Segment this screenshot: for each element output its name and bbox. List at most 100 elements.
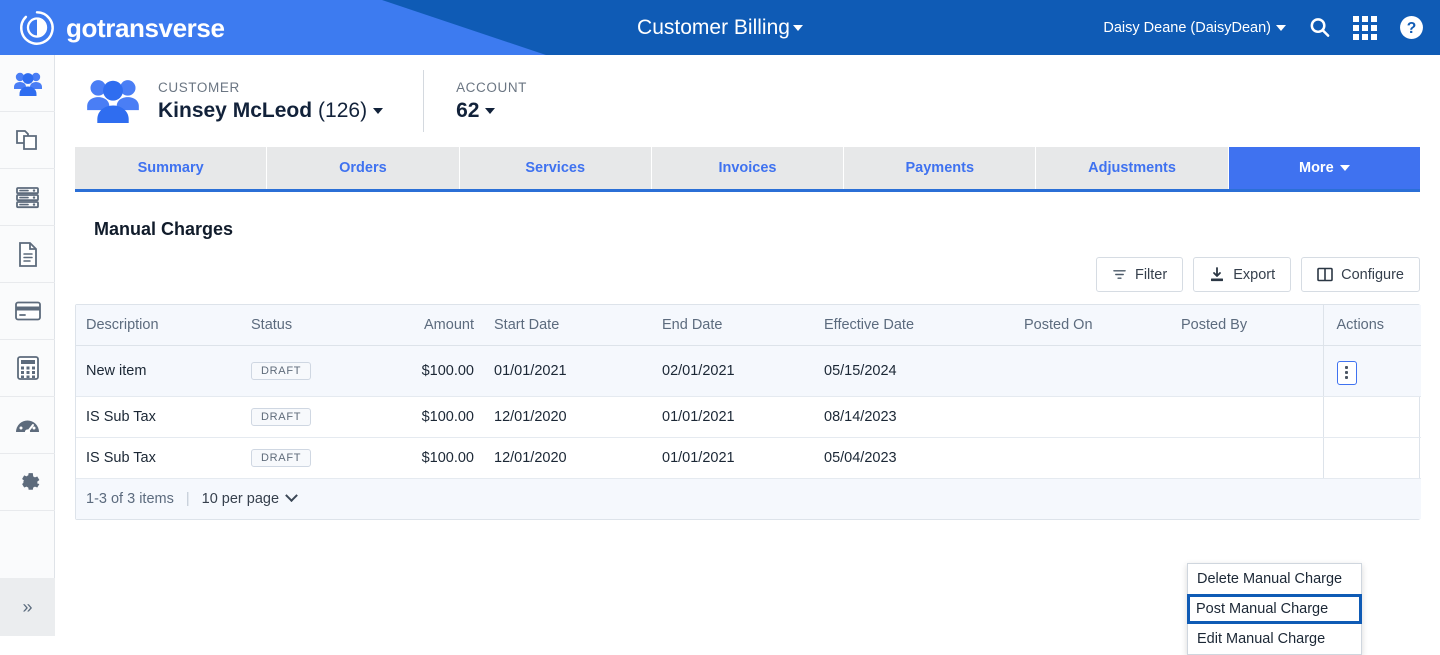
cell-posted-on [1014, 396, 1171, 438]
col-description[interactable]: Description [76, 305, 241, 346]
sidebar-item-products[interactable] [0, 112, 55, 169]
cell-actions [1322, 396, 1421, 438]
tab-adjustments[interactable]: Adjustments [1036, 147, 1229, 189]
per-page-label: 10 per page [201, 490, 280, 507]
tab-more[interactable]: More [1228, 147, 1420, 189]
export-label: Export [1233, 266, 1276, 283]
col-status[interactable]: Status [241, 305, 384, 346]
search-icon[interactable] [1308, 16, 1331, 39]
chevron-down-icon [792, 24, 803, 31]
table-row[interactable]: IS Sub Tax DRAFT $100.00 12/01/2020 01/0… [76, 396, 1421, 438]
manual-charges-panel: Manual Charges Filter Export Configure D… [55, 219, 1440, 655]
credit-card-icon [14, 301, 41, 321]
col-posted-on[interactable]: Posted On [1014, 305, 1171, 346]
columns-configure-icon [1317, 267, 1333, 282]
main-content: CUSTOMER Kinsey McLeod (126) ACCOUNT 62 … [55, 55, 1440, 655]
sidebar-item-invoices[interactable] [0, 226, 55, 283]
cell-status: DRAFT [241, 396, 384, 438]
table-footer-row: 1-3 of 3 items | 10 per page [76, 477, 1421, 519]
tab-orders[interactable]: Orders [267, 147, 460, 189]
tab-label: Adjustments [1088, 160, 1176, 176]
avatar [85, 75, 141, 128]
user-menu[interactable]: Daisy Deane (DaisyDean) [1103, 20, 1286, 36]
menu-item-edit-manual-charge[interactable]: Edit Manual Charge [1188, 624, 1361, 654]
tab-label: Services [525, 160, 586, 176]
tab-bar: Summary Orders Services Invoices Payment… [75, 147, 1420, 192]
table-row[interactable]: IS Sub Tax DRAFT $100.00 12/01/2020 01/0… [76, 437, 1421, 479]
cell-description: IS Sub Tax [76, 396, 241, 438]
col-end-date[interactable]: End Date [652, 305, 814, 346]
cell-start-date: 12/01/2020 [484, 437, 652, 479]
menu-item-delete-manual-charge[interactable]: Delete Manual Charge [1188, 564, 1361, 594]
filter-icon [1113, 270, 1126, 279]
cell-status: DRAFT [241, 437, 384, 479]
status-badge: DRAFT [251, 361, 312, 380]
cell-amount: $100.00 [384, 396, 484, 438]
configure-label: Configure [1341, 266, 1404, 283]
cell-end-date: 01/01/2021 [652, 437, 814, 479]
cell-actions [1322, 437, 1421, 479]
tab-services[interactable]: Services [459, 147, 652, 189]
menu-item-post-manual-charge[interactable]: Post Manual Charge [1187, 594, 1362, 624]
account-label: ACCOUNT [456, 79, 528, 95]
cell-actions [1322, 345, 1421, 397]
download-export-icon [1211, 266, 1224, 281]
table-row[interactable]: New item DRAFT $100.00 01/01/2021 02/01/… [76, 345, 1421, 397]
col-posted-by[interactable]: Posted By [1171, 305, 1323, 346]
item-count: 1-3 of 3 items [86, 490, 174, 507]
customer-selector[interactable]: Kinsey McLeod (126) [158, 98, 384, 123]
customers-group-icon [87, 79, 139, 123]
cell-effective-date: 08/14/2023 [814, 396, 1014, 438]
account-selector[interactable]: 62 [456, 99, 527, 123]
row-actions-context-menu: Delete Manual Charge Post Manual Charge … [1187, 563, 1362, 655]
cell-end-date: 01/01/2021 [652, 396, 814, 438]
export-button[interactable]: Export [1193, 257, 1292, 292]
per-page-selector[interactable]: 10 per page [201, 489, 298, 507]
tab-invoices[interactable]: Invoices [651, 147, 845, 189]
sidebar-item-services[interactable] [0, 169, 55, 226]
customer-id: (126) [318, 98, 368, 122]
pagination-separator: | [185, 490, 190, 507]
kebab-menu-icon[interactable] [1336, 360, 1357, 385]
cell-end-date: 02/01/2021 [652, 345, 814, 397]
chevron-down-icon [1276, 24, 1286, 31]
double-chevron-right-icon[interactable]: » [0, 578, 55, 636]
svg-text:?: ? [1407, 20, 1417, 37]
pagination-cell: 1-3 of 3 items | 10 per page [76, 477, 1421, 519]
cell-status: DRAFT [241, 345, 384, 397]
customer-block: CUSTOMER Kinsey McLeod (126) [158, 79, 384, 123]
tab-summary[interactable]: Summary [75, 147, 268, 189]
user-menu-label: Daisy Deane (DaisyDean) [1103, 19, 1271, 36]
app-title-label: Customer Billing [637, 15, 790, 39]
brand-logo[interactable]: gotransverse [18, 7, 225, 49]
gear-icon [22, 472, 40, 490]
col-start-date[interactable]: Start Date [484, 305, 652, 346]
help-circle-icon[interactable]: ? [1399, 15, 1424, 40]
sidebar-item-settings[interactable] [0, 454, 55, 511]
cell-amount: $100.00 [384, 345, 484, 397]
filter-button[interactable]: Filter [1095, 257, 1184, 292]
sidebar-item-payments[interactable] [0, 283, 55, 340]
document-icon [18, 241, 37, 267]
sidebar-item-customers[interactable] [0, 55, 55, 112]
gauge-dashboard-icon [16, 420, 39, 435]
sidebar-item-reports[interactable] [0, 397, 55, 454]
table-body: New item DRAFT $100.00 01/01/2021 02/01/… [76, 345, 1421, 519]
col-effective-date[interactable]: Effective Date [814, 305, 1014, 346]
app-title-dropdown[interactable]: Customer Billing [637, 16, 803, 40]
cell-posted-by [1171, 396, 1323, 438]
cell-posted-on [1014, 345, 1171, 397]
account-value: 62 [456, 98, 480, 122]
customer-label: CUSTOMER [158, 79, 240, 95]
chevron-down-icon [485, 107, 496, 114]
cell-description: New item [76, 345, 241, 397]
configure-button[interactable]: Configure [1301, 257, 1420, 292]
col-amount[interactable]: Amount [384, 305, 484, 346]
status-badge: DRAFT [251, 448, 312, 467]
cell-posted-by [1171, 437, 1323, 479]
tab-label: Orders [339, 160, 387, 176]
cell-effective-date: 05/04/2023 [814, 437, 1014, 479]
app-grid-icon[interactable] [1353, 15, 1377, 40]
sidebar-item-billing[interactable] [0, 340, 55, 397]
tab-payments[interactable]: Payments [844, 147, 1037, 189]
